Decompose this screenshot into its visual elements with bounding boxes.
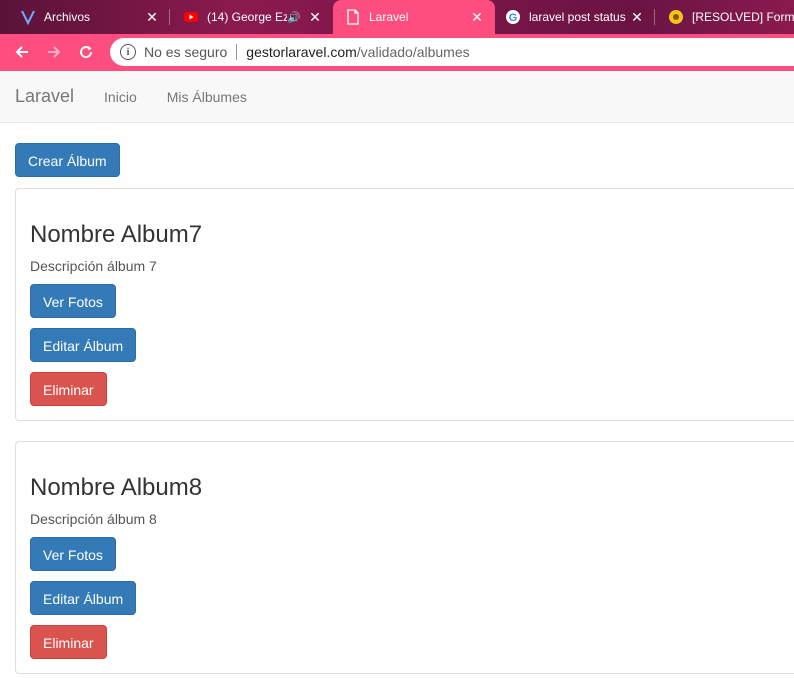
album-title: Nombre Album7 bbox=[30, 221, 203, 248]
tab-archivos[interactable]: Archivos ✕ bbox=[10, 0, 170, 34]
reload-icon[interactable] bbox=[70, 36, 102, 68]
browser-tab-strip: Archivos ✕ (14) George Ez 🔊 ✕ Laravel ✕ … bbox=[0, 0, 794, 34]
album-title: Nombre Album8 bbox=[30, 474, 203, 501]
tab-google[interactable]: G laravel post status ✕ bbox=[495, 0, 655, 34]
back-arrow-icon[interactable] bbox=[6, 36, 38, 68]
album-card: Nombre Album8 Descripción álbum 8 Ver Fo… bbox=[15, 441, 794, 674]
tab-title: Archivos bbox=[44, 10, 91, 24]
delete-album-button[interactable]: Eliminar bbox=[30, 372, 107, 406]
edit-album-button[interactable]: Editar Álbum bbox=[30, 328, 137, 362]
google-icon: G bbox=[505, 9, 521, 25]
info-icon[interactable]: i bbox=[120, 44, 136, 60]
page-icon bbox=[345, 9, 361, 25]
tab-title: (14) George Ez bbox=[207, 10, 288, 24]
forum-icon bbox=[668, 9, 684, 25]
tab-title: Laravel bbox=[369, 10, 409, 24]
url-path: /validado/albumes bbox=[356, 44, 470, 60]
delete-album-button[interactable]: Eliminar bbox=[30, 625, 107, 659]
view-photos-button[interactable]: Ver Fotos bbox=[30, 284, 116, 318]
tab-title: [RESOLVED] Form bbox=[692, 10, 794, 24]
speaker-icon[interactable]: 🔊 bbox=[287, 11, 301, 24]
tab-laravel[interactable]: Laravel ✕ bbox=[333, 0, 495, 34]
security-status[interactable]: No es seguro bbox=[144, 44, 227, 60]
album-description: Descripción álbum 8 bbox=[30, 511, 157, 527]
v-logo-icon bbox=[20, 9, 36, 25]
create-album-button[interactable]: Crear Álbum bbox=[15, 143, 120, 177]
close-icon[interactable]: ✕ bbox=[144, 9, 160, 26]
album-card: Nombre Album7 Descripción álbum 7 Ver Fo… bbox=[15, 188, 794, 421]
brand-link[interactable]: Laravel bbox=[15, 86, 74, 107]
url-domain: gestorlaravel.com bbox=[246, 44, 357, 60]
nav-link-mis-albumes[interactable]: Mis Álbumes bbox=[167, 89, 247, 105]
close-icon[interactable]: ✕ bbox=[469, 9, 485, 26]
tab-title: laravel post status bbox=[529, 10, 626, 24]
tab-resolved[interactable]: [RESOLVED] Form bbox=[658, 0, 794, 34]
youtube-icon bbox=[183, 9, 199, 25]
view-photos-button[interactable]: Ver Fotos bbox=[30, 537, 116, 571]
forward-arrow-icon[interactable] bbox=[38, 36, 70, 68]
browser-toolbar: i No es seguro gestorlaravel.com/validad… bbox=[0, 34, 794, 70]
address-bar[interactable]: i No es seguro gestorlaravel.com/validad… bbox=[110, 38, 794, 66]
tab-youtube[interactable]: (14) George Ez 🔊 ✕ bbox=[173, 0, 333, 34]
main-content: Crear Álbum Nombre Album7 Descripción ál… bbox=[0, 123, 794, 674]
svg-text:G: G bbox=[509, 12, 518, 24]
album-description: Descripción álbum 7 bbox=[30, 258, 157, 274]
nav-link-inicio[interactable]: Inicio bbox=[104, 89, 137, 105]
site-navbar: Laravel Inicio Mis Álbumes bbox=[0, 71, 794, 123]
close-icon[interactable]: ✕ bbox=[307, 9, 323, 26]
edit-album-button[interactable]: Editar Álbum bbox=[30, 581, 137, 615]
close-icon[interactable]: ✕ bbox=[629, 9, 645, 26]
